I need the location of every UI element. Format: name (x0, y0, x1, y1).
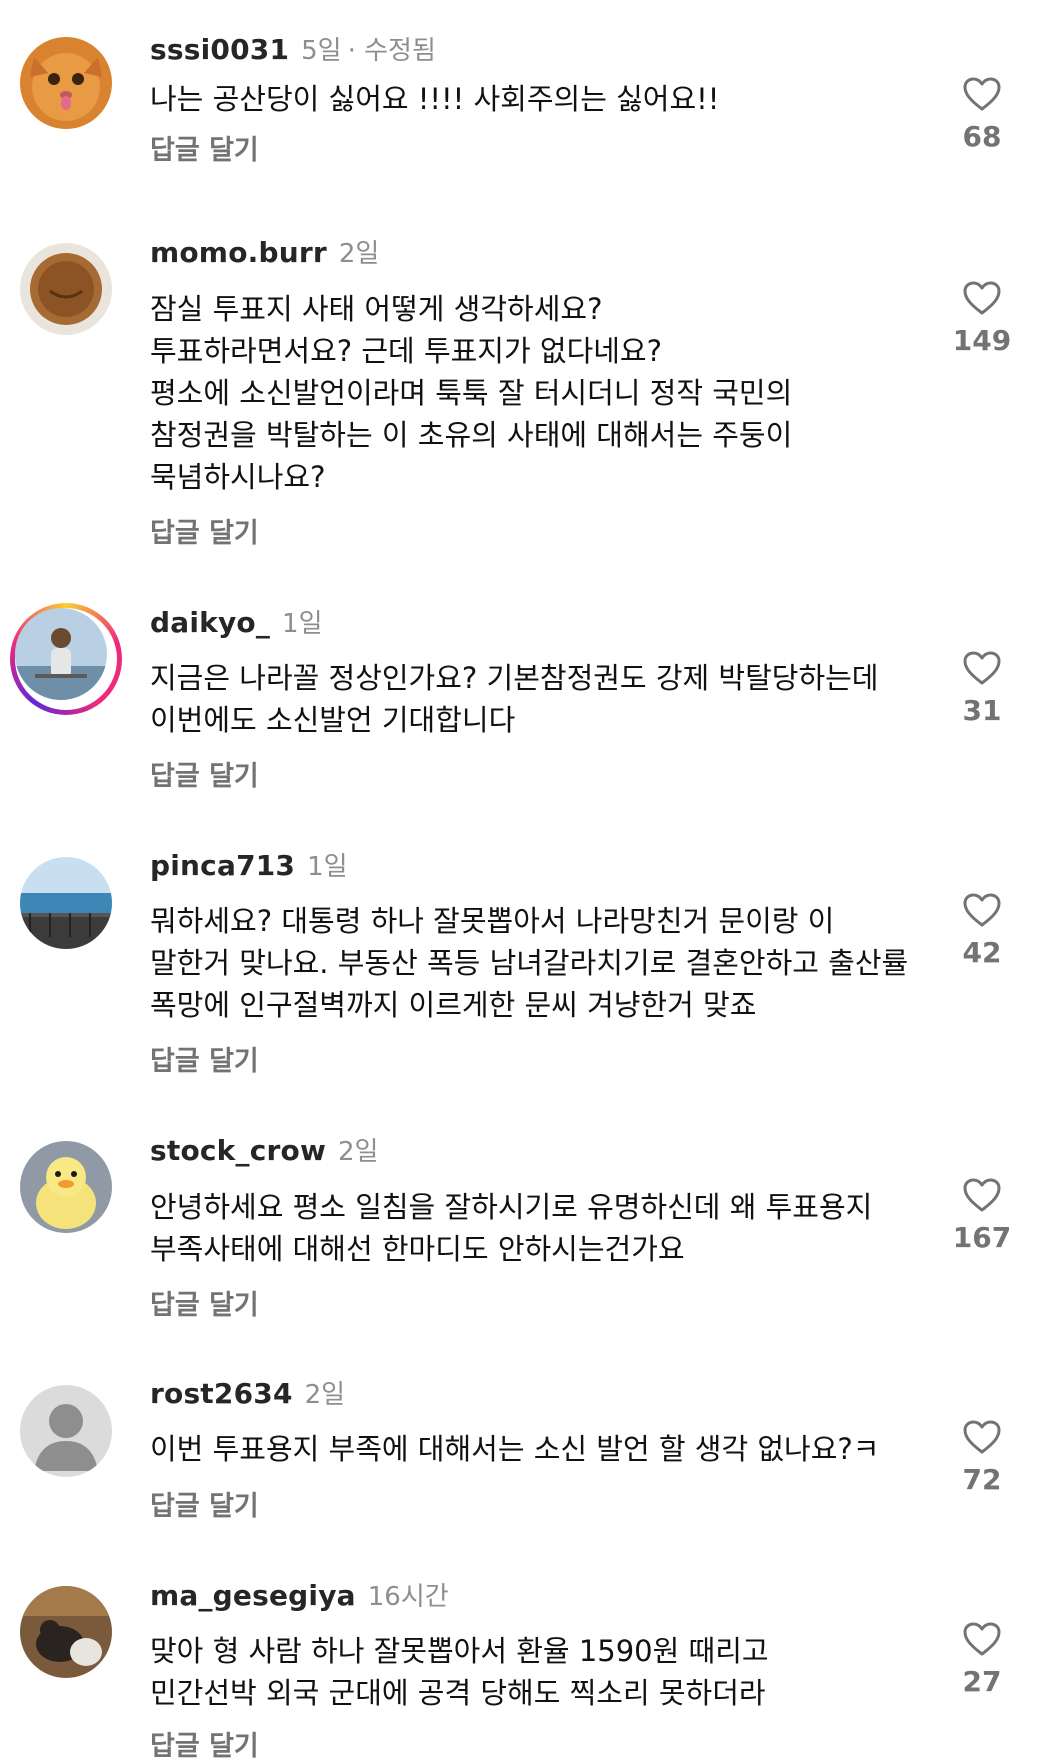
comment-time: 2일 (338, 239, 380, 269)
comment-line: 뭐하세요? 대통령 하나 잘못뽑아서 나라망친거 문이랑 이 (150, 904, 835, 938)
comment-meta: sssi0031 5일 · 수정됨 (150, 30, 436, 70)
comment-line: 잠실 투표지 사태 어떻게 생각하세요? (150, 292, 603, 326)
story-ring[interactable] (10, 603, 122, 715)
comment-time: 1일 (282, 609, 323, 639)
comment-line: 부족사태에 대해선 한마디도 안하시는건가요 (150, 1232, 685, 1266)
edited-label: · 수정됨 (347, 36, 436, 66)
comment-meta: stock_crow 2일 (150, 1131, 378, 1171)
like-control: 68 (952, 76, 1012, 153)
default-user-avatar[interactable] (20, 1385, 112, 1477)
heart-icon[interactable] (962, 1419, 1002, 1455)
comment-line: 투표하라면서요? 근데 투표지가 없다네요? (150, 334, 662, 368)
username[interactable]: rost2634 (150, 1377, 293, 1410)
like-count: 31 (962, 694, 1002, 727)
comment-line: 평소에 소신발언이라며 툭툭 잘 터시더니 정작 국민의 (150, 376, 793, 410)
comment-text: 맞아 형 사람 하나 잘못뽑아서 환율 1590원 때리고 민간선박 외국 군대… (150, 1630, 920, 1714)
like-control: 31 (952, 650, 1012, 727)
comment-line: 맞아 형 사람 하나 잘못뽑아서 환율 1590원 때리고 (150, 1634, 769, 1668)
comment-text: 이번 투표용지 부족에 대해서는 소신 발언 할 생각 없나요?ㅋ (150, 1428, 920, 1470)
comment-meta: pinca713 1일 (150, 846, 348, 886)
reply-button[interactable]: 답글 달기 (150, 1039, 259, 1078)
orange-cat-avatar[interactable] (20, 37, 112, 129)
username[interactable]: stock_crow (150, 1134, 326, 1167)
like-count: 42 (962, 936, 1002, 969)
comment-time: 1일 (307, 852, 348, 882)
comment-time: 5일 (301, 36, 342, 66)
like-count: 27 (962, 1665, 1002, 1698)
like-count: 149 (952, 324, 1012, 357)
username[interactable]: daikyo_ (150, 606, 270, 639)
like-count: 167 (952, 1221, 1012, 1254)
comment-text: 나는 공산당이 싫어요 !!!! 사회주의는 싫어요!! (150, 78, 920, 120)
reply-button[interactable]: 답글 달기 (150, 1724, 259, 1763)
comment-line: 참정권을 박탈하는 이 초유의 사태에 대해서는 주둥이 (150, 418, 793, 452)
comment-line: 폭망에 인구절벽까지 이르게한 문씨 겨냥한거 맞죠 (150, 988, 757, 1022)
brown-bowl-avatar[interactable] (20, 243, 112, 335)
like-count: 72 (962, 1463, 1002, 1496)
sea-view-avatar[interactable] (20, 857, 112, 949)
username[interactable]: ma_gesegiya (150, 1579, 356, 1612)
username[interactable]: sssi0031 (150, 33, 289, 66)
heart-icon[interactable] (962, 650, 1002, 686)
comment-line: 묵념하시나요? (150, 460, 326, 494)
heart-icon[interactable] (962, 280, 1002, 316)
heart-icon[interactable] (962, 892, 1002, 928)
reply-button[interactable]: 답글 달기 (150, 128, 259, 167)
reply-button[interactable]: 답글 달기 (150, 1484, 259, 1523)
like-control: 149 (952, 280, 1012, 357)
username[interactable]: pinca713 (150, 849, 295, 882)
comment-line: 안녕하세요 평소 일침을 잘하시기로 유명하신데 왜 투표용지 (150, 1190, 873, 1224)
comment-time: 2일 (304, 1380, 346, 1410)
heart-icon[interactable] (962, 76, 1002, 112)
comment-meta: rost2634 2일 (150, 1374, 345, 1414)
heart-icon[interactable] (962, 1177, 1002, 1213)
comment-text: 지금은 나라꼴 정상인가요? 기본참정권도 강제 박탈당하는데 이번에도 소신발… (150, 657, 920, 741)
person-photo-avatar (15, 608, 107, 700)
comment-text: 뭐하세요? 대통령 하나 잘못뽑아서 나라망친거 문이랑 이 말한거 맞나요. … (150, 900, 920, 1026)
like-count: 68 (962, 120, 1002, 153)
comment-meta: daikyo_ 1일 (150, 603, 323, 643)
comment-line: 민간선박 외국 군대에 공격 당해도 찍소리 못하더라 (150, 1676, 766, 1710)
comment-meta: ma_gesegiya 16시간 (150, 1576, 449, 1616)
comment-line: 지금은 나라꼴 정상인가요? 기본참정권도 강제 박탈당하는데 (150, 661, 879, 695)
comment-meta: momo.burr 2일 (150, 233, 379, 273)
comment-line: 이번 투표용지 부족에 대해서는 소신 발언 할 생각 없나요?ㅋ (150, 1432, 880, 1466)
heart-icon[interactable] (962, 1621, 1002, 1657)
reply-button[interactable]: 답글 달기 (150, 754, 259, 793)
comment-line: 나는 공산당이 싫어요 !!!! 사회주의는 싫어요!! (150, 82, 720, 116)
like-control: 27 (952, 1621, 1012, 1698)
comment-line: 말한거 맞나요. 부동산 폭등 남녀갈라치기로 결혼안하고 출산률 (150, 946, 909, 980)
comment-text: 안녕하세요 평소 일침을 잘하시기로 유명하신데 왜 투표용지 부족사태에 대해… (150, 1186, 920, 1270)
like-control: 72 (952, 1419, 1012, 1496)
like-control: 167 (952, 1177, 1012, 1254)
comment-time: 2일 (338, 1137, 379, 1167)
reply-button[interactable]: 답글 달기 (150, 1283, 259, 1322)
dog-photo-avatar[interactable] (20, 1586, 112, 1678)
username[interactable]: momo.burr (150, 236, 327, 269)
reply-button[interactable]: 답글 달기 (150, 511, 259, 550)
comment-time: 16시간 (367, 1582, 449, 1612)
duckling-avatar[interactable] (20, 1141, 112, 1233)
comment-text: 잠실 투표지 사태 어떻게 생각하세요? 투표하라면서요? 근데 투표지가 없다… (150, 288, 920, 498)
like-control: 42 (952, 892, 1012, 969)
comment-line: 이번에도 소신발언 기대합니다 (150, 703, 516, 737)
